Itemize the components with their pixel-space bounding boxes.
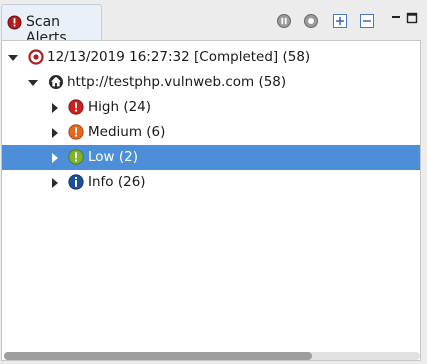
- tree-row-site[interactable]: http://testphp.vulnweb.com (58): [2, 70, 420, 95]
- chevron-right-icon[interactable]: [52, 178, 58, 188]
- expand-all-icon: [333, 14, 347, 28]
- stop-icon: [304, 14, 318, 28]
- alerts-tree[interactable]: 12/13/2019 16:27:32 [Completed] (58) htt…: [1, 40, 421, 361]
- chevron-down-icon[interactable]: [8, 55, 18, 61]
- alert-icon: [7, 15, 22, 34]
- chevron-right-icon[interactable]: [52, 103, 58, 113]
- tree-row-info[interactable]: Info (26): [2, 170, 420, 195]
- chevron-right-icon[interactable]: [52, 128, 58, 138]
- scan-alerts-tab[interactable]: Scan Alerts: [1, 4, 102, 46]
- collapse-all-icon: [360, 14, 374, 28]
- medium-label: Medium (6): [88, 124, 166, 140]
- pause-icon: [277, 14, 291, 28]
- high-label: High (24): [88, 99, 152, 115]
- tree-row-medium[interactable]: Medium (6): [2, 120, 420, 145]
- info-icon: [68, 174, 84, 194]
- tree-row-low[interactable]: Low (2): [2, 145, 420, 170]
- scrollbar-thumb[interactable]: [4, 352, 312, 360]
- maximize-icon[interactable]: [406, 12, 418, 24]
- chevron-down-icon[interactable]: [28, 80, 38, 86]
- scan-target-icon: [28, 49, 44, 69]
- scan-label: 12/13/2019 16:27:32 [Completed] (58): [47, 49, 311, 65]
- tree-row-scan[interactable]: 12/13/2019 16:27:32 [Completed] (58): [2, 45, 420, 70]
- expand-all-button[interactable]: [332, 13, 348, 29]
- stop-button[interactable]: [303, 13, 319, 29]
- scan-alerts-panel: Scan Alerts 12/13/2019 16:27:32 [Complet…: [0, 0, 427, 364]
- high-severity-icon: [68, 99, 84, 119]
- medium-severity-icon: [68, 124, 84, 144]
- chevron-right-icon[interactable]: [52, 153, 58, 163]
- site-icon: [48, 74, 64, 94]
- collapse-all-button[interactable]: [359, 13, 375, 29]
- tree-row-high[interactable]: High (24): [2, 95, 420, 120]
- minimize-icon[interactable]: [390, 12, 402, 24]
- info-label: Info (26): [88, 174, 146, 190]
- site-label: http://testphp.vulnweb.com (58): [67, 74, 287, 90]
- horizontal-scrollbar[interactable]: [4, 352, 420, 360]
- low-severity-icon: [68, 149, 84, 169]
- low-label: Low (2): [88, 149, 138, 165]
- pause-button[interactable]: [276, 13, 292, 29]
